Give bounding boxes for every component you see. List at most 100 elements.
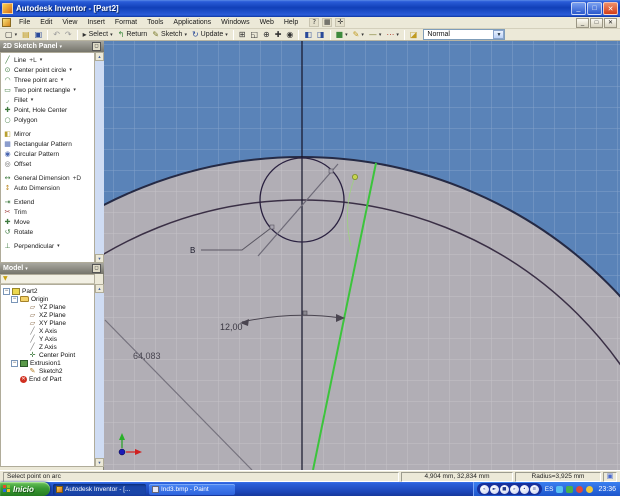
tree-expander[interactable]: − bbox=[11, 295, 18, 303]
menu-item[interactable]: Help bbox=[279, 18, 303, 27]
help-icon[interactable]: ? bbox=[309, 18, 320, 27]
undo-button[interactable]: ↶ bbox=[51, 29, 62, 40]
color-swatch-button[interactable]: ■ ▾ bbox=[334, 29, 350, 40]
analysis-button[interactable]: ◪ bbox=[408, 29, 420, 40]
menu-item[interactable]: View bbox=[57, 18, 82, 27]
scroll-down-icon[interactable]: ▼ bbox=[95, 254, 104, 263]
sketch-tool-item[interactable]: ✚ Move bbox=[1, 217, 94, 227]
sketch-tool-item[interactable]: ◧ Mirror bbox=[1, 129, 94, 139]
save-button[interactable]: ▣ bbox=[33, 29, 45, 40]
sketch-tool-item[interactable]: ✂ Trim bbox=[1, 207, 94, 217]
media-play-button[interactable]: ► bbox=[489, 484, 499, 494]
chevron-down-icon[interactable]: ▾ bbox=[15, 32, 18, 38]
style-pencil-button[interactable]: ✎ ▾ bbox=[351, 29, 366, 40]
taskbar-button-inventor[interactable]: Autodesk Inventor - [... bbox=[53, 483, 146, 495]
sketch-tool-item[interactable]: ◠ Three point arc ▾ bbox=[1, 75, 94, 85]
menu-item[interactable]: Format bbox=[110, 18, 142, 27]
media-next-button[interactable]: » bbox=[509, 484, 519, 494]
chevron-down-icon[interactable]: ▾ bbox=[184, 32, 187, 38]
tree-row[interactable]: ╱ X Axis bbox=[1, 327, 94, 335]
crosshair-icon[interactable]: ✛ bbox=[335, 18, 346, 27]
tree-row[interactable]: − Part2 bbox=[1, 287, 94, 295]
menu-item[interactable]: Windows bbox=[216, 18, 254, 27]
mdi-close-button[interactable]: ✕ bbox=[604, 17, 617, 28]
dropdown-arrow-icon[interactable]: ▾ bbox=[40, 57, 43, 63]
start-button[interactable]: Inicio bbox=[0, 482, 50, 496]
menu-item[interactable]: Web bbox=[255, 18, 279, 27]
panel-menu-icon[interactable]: ◻ bbox=[92, 42, 101, 51]
dropdown-arrow-icon[interactable]: ▾ bbox=[31, 97, 34, 103]
tray-antivirus-icon[interactable] bbox=[566, 485, 574, 493]
model-panel-scrollbar[interactable]: ▲ ▼ bbox=[95, 284, 104, 467]
zoom-button[interactable]: ⊕ bbox=[261, 29, 272, 40]
wireframe-display-button[interactable]: ◨ bbox=[315, 29, 327, 40]
dimension-handle[interactable] bbox=[302, 310, 308, 316]
menu-item[interactable]: Tools bbox=[142, 18, 168, 27]
chevron-down-icon[interactable]: ▾ bbox=[59, 44, 62, 50]
redo-button[interactable]: ↷ bbox=[63, 29, 74, 40]
new-button[interactable]: ▢ ▾ bbox=[3, 29, 19, 40]
sketch-tool-item[interactable]: ○ Polygon bbox=[1, 115, 94, 125]
restore-button[interactable]: □ bbox=[587, 2, 602, 15]
sketch-panel-scrollbar[interactable]: ▲ ▼ bbox=[95, 52, 104, 263]
scroll-up-icon[interactable]: ▲ bbox=[95, 52, 104, 61]
mdi-minimize-button[interactable]: _ bbox=[576, 17, 589, 28]
graphics-window[interactable]: B 12,00 64,083 bbox=[104, 41, 620, 470]
media-mute-button[interactable]: • bbox=[519, 484, 529, 494]
pattern-button[interactable]: ⋯ ▾ bbox=[384, 29, 401, 40]
minimize-button[interactable]: _ bbox=[571, 2, 586, 15]
sketch-tool-item[interactable]: ✚ Point, Hole Center bbox=[1, 105, 94, 115]
length-dimension-text[interactable]: 64,083 bbox=[133, 351, 161, 361]
menu-item[interactable]: Edit bbox=[35, 18, 57, 27]
zoom-all-button[interactable]: ⊞ bbox=[237, 29, 248, 40]
angle-dimension-text[interactable]: 12,00 bbox=[220, 322, 243, 332]
sketch-panel-header[interactable]: 2D Sketch Panel ▾ ◻ bbox=[0, 41, 104, 52]
sketch-tool-item[interactable]: ⊙ Center point circle ▾ bbox=[1, 65, 94, 75]
menu-item[interactable]: Applications bbox=[168, 18, 216, 27]
tree-row[interactable]: ╱ Y Axis bbox=[1, 335, 94, 343]
tree-row[interactable]: ▱ XY Plane bbox=[1, 319, 94, 327]
dropdown-arrow-icon[interactable]: ▾ bbox=[61, 77, 64, 83]
tray-network-icon[interactable] bbox=[556, 485, 564, 493]
update-button[interactable]: ↻ Update ▾ bbox=[190, 29, 230, 40]
sketch-point[interactable] bbox=[351, 173, 358, 180]
model-panel-header[interactable]: Model ▾ ◻ bbox=[0, 263, 104, 274]
sketch-tool-item[interactable]: ↺ Rotate bbox=[1, 227, 94, 237]
return-button[interactable]: ↰ Return bbox=[116, 29, 150, 40]
media-stop-button[interactable]: ■ bbox=[499, 484, 509, 494]
tray-messenger-icon[interactable] bbox=[586, 485, 594, 493]
tree-row[interactable]: ▱ YZ Plane bbox=[1, 303, 94, 311]
dropdown-arrow-icon[interactable]: ▾ bbox=[73, 87, 76, 93]
panel-menu-icon[interactable]: ◻ bbox=[92, 264, 101, 273]
tree-row[interactable]: − Extrusion1 bbox=[1, 359, 94, 367]
dropdown-arrow-icon[interactable]: ▾ bbox=[57, 243, 60, 249]
menu-item[interactable]: Insert bbox=[82, 18, 110, 27]
close-button[interactable]: ✕ bbox=[603, 2, 618, 15]
chevron-down-icon[interactable]: ▾ bbox=[361, 32, 364, 38]
sketch-tool-item[interactable]: ↔ General Dimension +D bbox=[1, 173, 94, 183]
open-button[interactable]: ▤ bbox=[20, 29, 32, 40]
tree-row[interactable]: ╱ Z Axis bbox=[1, 343, 94, 351]
sketch-tool-item[interactable]: ◎ Offset bbox=[1, 159, 94, 169]
taskbar-button-paint[interactable]: Ind3.bmp - Paint bbox=[149, 483, 235, 495]
point-label[interactable]: B bbox=[190, 246, 195, 255]
window-grid-icon[interactable]: ▦ bbox=[322, 18, 333, 27]
chevron-down-icon[interactable]: ▾ bbox=[396, 32, 399, 38]
line-style-button[interactable]: — ▾ bbox=[367, 29, 384, 40]
rotate-view-button[interactable]: ◉ bbox=[284, 29, 295, 40]
tree-expander[interactable]: − bbox=[11, 359, 18, 367]
sketch-tool-item[interactable]: ↕ Auto Dimension bbox=[1, 183, 94, 193]
scroll-down-icon[interactable]: ▼ bbox=[95, 458, 104, 467]
combobox-arrow-icon[interactable]: ▼ bbox=[493, 30, 505, 39]
chevron-down-icon[interactable]: ▾ bbox=[225, 32, 228, 38]
media-menu-button[interactable]: ≡ bbox=[529, 484, 539, 494]
tree-row[interactable]: ▱ XZ Plane bbox=[1, 311, 94, 319]
media-prev-button[interactable]: « bbox=[479, 484, 489, 494]
tree-row[interactable]: ✕ End of Part bbox=[1, 375, 94, 383]
scroll-up-icon[interactable]: ▲ bbox=[95, 284, 104, 293]
tree-row[interactable]: − Origin bbox=[1, 295, 94, 303]
sketch-button[interactable]: ✎ Sketch ▾ bbox=[150, 29, 189, 40]
language-indicator[interactable]: ES bbox=[545, 486, 554, 493]
shaded-display-button[interactable]: ◧ bbox=[302, 29, 314, 40]
endpoint-handle[interactable] bbox=[328, 168, 334, 174]
